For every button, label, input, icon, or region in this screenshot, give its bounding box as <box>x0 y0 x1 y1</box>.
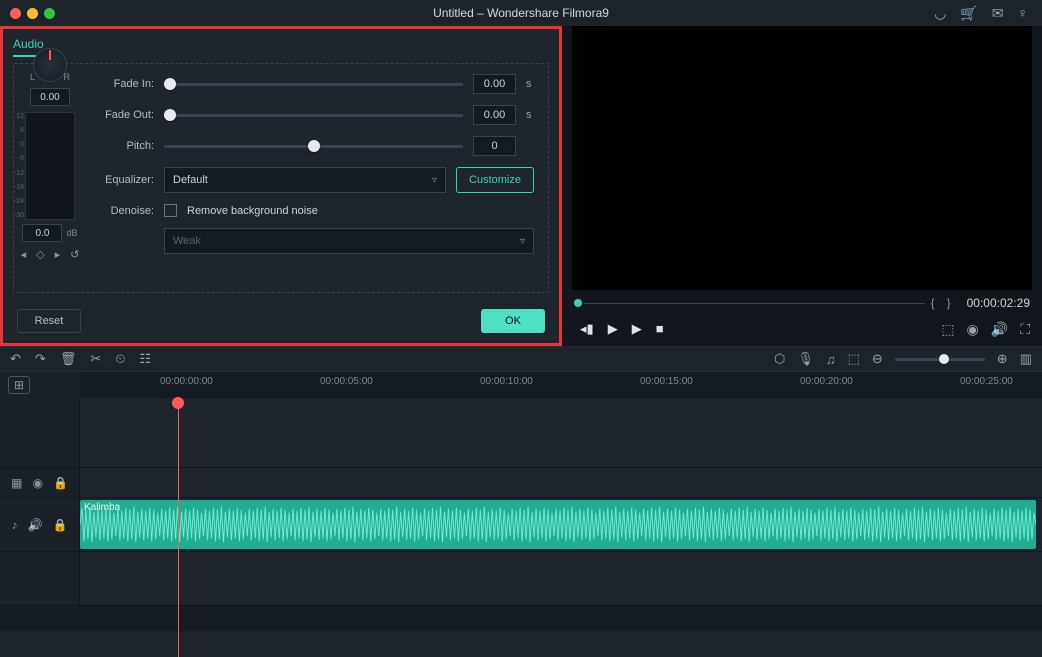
window-title: Untitled – Wondershare Filmora9 <box>433 6 609 20</box>
title-bar: Untitled – Wondershare Filmora9 ◡ 🛒 ✉ ♀ <box>0 0 1042 26</box>
prev-frame-icon[interactable]: ◂▮ <box>580 321 594 337</box>
lock-icon[interactable]: 🔒 <box>53 518 68 532</box>
time-ruler[interactable]: 00:00:00:00 00:00:05:00 00:00:10:00 00:0… <box>160 372 1042 398</box>
timecode: 00:00:02:29 <box>967 296 1030 310</box>
ok-button[interactable]: OK <box>481 309 545 333</box>
marker-icon[interactable]: ⬡ <box>774 351 785 367</box>
customize-button[interactable]: Customize <box>456 167 534 193</box>
minimize-window-icon[interactable] <box>27 8 38 19</box>
denoise-label: Denoise: <box>92 205 154 217</box>
track-manager-icon[interactable]: ▥ <box>1020 351 1032 367</box>
timeline-toolbar: ↶ ↷ 🗑 ✂ ⏲ ☷ ⬡ 🎙 ♫ ⬚ ⊖ ⊕ ▥ <box>0 346 1042 372</box>
db-unit: dB <box>66 228 77 238</box>
next-keyframe-icon[interactable]: ▸ <box>55 248 61 261</box>
fade-out-input[interactable] <box>473 105 516 125</box>
speed-icon[interactable]: ⏲ <box>115 351 125 367</box>
empty-track <box>0 552 1042 606</box>
fade-in-slider[interactable] <box>164 83 463 86</box>
pan-left-label: L <box>30 72 35 82</box>
stop-icon[interactable]: ■ <box>656 321 664 337</box>
window-controls <box>0 8 55 19</box>
timeline: ⊞ 00:00:00:00 00:00:05:00 00:00:10:00 00… <box>0 372 1042 631</box>
timeline-playhead[interactable] <box>178 398 179 657</box>
pitch-label: Pitch: <box>92 140 154 152</box>
chevron-down-icon: ▿ <box>520 236 525 247</box>
fade-in-input[interactable] <box>473 74 516 94</box>
mute-icon[interactable]: 🔊 <box>28 518 43 532</box>
snapshot-icon[interactable]: ◉ <box>967 321 979 338</box>
delete-icon[interactable]: 🗑 <box>60 351 77 367</box>
equalizer-label: Equalizer: <box>92 174 154 186</box>
chevron-down-icon: ▿ <box>432 175 437 186</box>
zoom-in-icon[interactable]: ⊕ <box>997 351 1008 367</box>
equalizer-select[interactable]: Default▿ <box>164 167 446 193</box>
pitch-slider[interactable] <box>164 145 463 148</box>
video-preview <box>572 26 1032 290</box>
denoise-checkbox-label: Remove background noise <box>187 205 318 217</box>
cart-icon[interactable]: 🛒 <box>960 5 977 22</box>
lock-icon[interactable]: 🔒 <box>53 476 68 490</box>
volume-icon[interactable]: 🔊 <box>991 321 1008 338</box>
fade-out-slider[interactable] <box>164 114 463 117</box>
undo-icon[interactable]: ↶ <box>10 351 21 367</box>
music-icon[interactable]: ♪ <box>12 518 18 532</box>
mark-in-icon[interactable]: { <box>931 296 935 310</box>
add-track-button[interactable]: ⊞ <box>8 376 30 394</box>
scrub-playhead[interactable] <box>574 299 582 307</box>
denoise-level-select: Weak▿ <box>164 228 534 254</box>
fit-icon[interactable]: ⬚ <box>848 351 860 367</box>
pan-value[interactable]: 0.00 <box>30 88 70 106</box>
maximize-window-icon[interactable] <box>44 8 55 19</box>
voiceover-icon[interactable]: 🎙 <box>797 351 814 367</box>
audio-track: ♪ 🔊 🔒 Kalimba <box>0 498 1042 552</box>
fade-out-label: Fade Out: <box>92 109 154 121</box>
pan-knob[interactable] <box>33 48 67 82</box>
quality-icon[interactable]: ⬚ <box>941 321 954 338</box>
preview-pane: { } 00:00:02:29 ◂▮ ▶ ▶ ■ ⬚ ◉ 🔊 ⛶ <box>562 26 1042 346</box>
next-frame-icon[interactable]: ▶ <box>632 321 642 337</box>
filmstrip-icon[interactable]: ▦ <box>11 476 22 490</box>
crop-icon[interactable]: ☷ <box>139 351 151 367</box>
video-track-header: ▦ ◉ 🔒 <box>0 468 1042 498</box>
mark-out-icon[interactable]: } <box>947 296 951 310</box>
scrub-track[interactable] <box>584 303 925 304</box>
mixer-icon[interactable]: ♫ <box>826 352 836 367</box>
vu-meter: 1260-6-12-18-24-30 <box>25 112 75 220</box>
split-icon[interactable]: ✂ <box>90 351 101 367</box>
zoom-out-icon[interactable]: ⊖ <box>872 351 883 367</box>
visibility-icon[interactable]: ◉ <box>32 476 42 490</box>
zoom-slider[interactable] <box>895 358 985 361</box>
fade-in-label: Fade In: <box>92 78 154 90</box>
audio-edit-panel: Audio LR 0.00 1260-6-12-18-24-30 0.0dB ◂… <box>0 26 562 346</box>
redo-icon[interactable]: ↷ <box>35 351 46 367</box>
mail-icon[interactable]: ✉ <box>992 5 1004 22</box>
close-window-icon[interactable] <box>10 8 21 19</box>
pitch-input[interactable] <box>473 136 516 156</box>
reset-keyframe-icon[interactable]: ↺ <box>70 248 79 261</box>
video-track <box>0 398 1042 468</box>
gain-value[interactable]: 0.0 <box>22 224 62 242</box>
notification-icon[interactable]: ♀ <box>1018 5 1029 22</box>
add-keyframe-icon[interactable]: ◇ <box>36 248 44 261</box>
reset-button[interactable]: Reset <box>17 309 81 333</box>
audio-clip[interactable]: Kalimba <box>80 500 1036 549</box>
denoise-checkbox[interactable] <box>164 204 177 217</box>
play-icon[interactable]: ▶ <box>608 321 618 337</box>
prev-keyframe-icon[interactable]: ◂ <box>21 248 27 261</box>
account-icon[interactable]: ◡ <box>934 5 946 22</box>
fullscreen-icon[interactable]: ⛶ <box>1020 321 1030 338</box>
